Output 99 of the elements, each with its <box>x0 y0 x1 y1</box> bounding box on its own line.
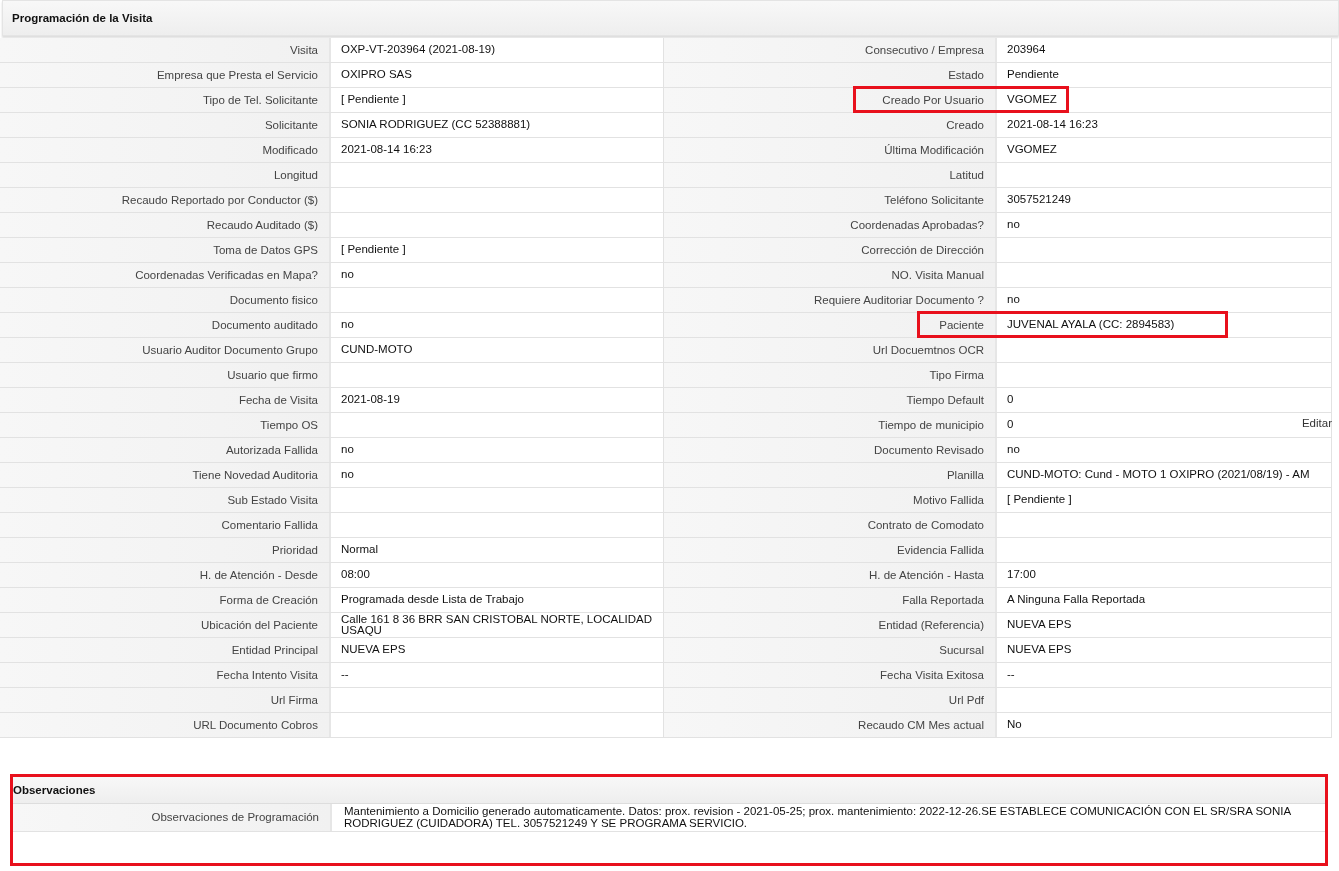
field-value: Mantenimiento a Domicilio generado automaticamente. Datos: prox. revision - 2021-05-25; prox. mantenimiento: 2022-12-26.SE ESTABLECE COMUNICACIÓN CON EL SR/SRA SONIA RODRIGUEZ (CUIDADORA) TEL. 3057521249 Y SE PROGRAMA SERVICIO. <box>343 804 1292 831</box>
field-value: no <box>341 444 354 456</box>
field-value: -- <box>341 669 349 681</box>
field-label: Contrato de Comodato <box>664 513 997 537</box>
field-label: Evidencia Fallida <box>664 538 997 562</box>
field-value: 3057521249 <box>1007 194 1071 206</box>
field-label: Modificado <box>0 138 331 162</box>
field-value: NUEVA EPS <box>1007 619 1072 631</box>
field-value: 203964 <box>1007 44 1046 56</box>
field-label: Observaciones de Programación <box>13 804 332 831</box>
field-label: Tipo de Tel. Solicitante <box>0 88 331 112</box>
field-value: no <box>341 319 354 331</box>
section-title: Observaciones <box>13 784 96 796</box>
field-value: A Ninguna Falla Reportada <box>1007 594 1146 606</box>
field-value: NUEVA EPS <box>1007 644 1072 656</box>
field-label: Comentario Fallida <box>0 513 331 537</box>
field-label: Tiempo OS <box>0 413 331 437</box>
field-label: Paciente <box>664 313 997 337</box>
field-value: No <box>1007 719 1022 731</box>
field-value: Pendiente <box>1007 69 1059 81</box>
field-label: Visita <box>0 38 331 62</box>
field-label: Documento auditado <box>0 313 331 337</box>
field-value: JUVENAL AYALA (CC: 2894583) <box>1007 319 1175 331</box>
field-label: Coordenadas Verificadas en Mapa? <box>0 263 331 287</box>
field-label: Tiempo Default <box>664 388 997 412</box>
field-label: Creado <box>664 113 997 137</box>
field-label: Url Firma <box>0 688 331 712</box>
field-label: Motivo Fallida <box>664 488 997 512</box>
field-value: 0 <box>1007 419 1014 431</box>
field-value: OXIPRO SAS <box>341 69 412 81</box>
field-value: CUND-MOTO <box>341 344 413 356</box>
field-value: 2021-08-19 <box>341 394 400 406</box>
field-label: Solicitante <box>0 113 331 137</box>
field-label: Fecha de Visita <box>0 388 331 412</box>
field-value: Normal <box>341 544 379 556</box>
field-value: [ Pendiente ] <box>341 244 406 256</box>
field-label: Planilla <box>664 463 997 487</box>
field-value: CUND-MOTO: Cund - MOTO 1 OXIPRO (2021/08/19) - AM <box>1007 469 1310 481</box>
field-label: Url Docuemtnos OCR <box>664 338 997 362</box>
field-label: Usuario Auditor Documento Grupo <box>0 338 331 362</box>
field-value: -- <box>1007 669 1015 681</box>
field-value: SONIA RODRIGUEZ (CC 52388881) <box>341 119 531 131</box>
field-label: Recaudo Auditado ($) <box>0 213 331 237</box>
field-value: 0 <box>1007 394 1014 406</box>
field-label: Ubicación del Paciente <box>0 613 331 637</box>
field-value: OXP-VT-203964 (2021-08-19) <box>341 44 496 56</box>
field-label: Tiene Novedad Auditoria <box>0 463 331 487</box>
field-value: VGOMEZ <box>1007 144 1057 156</box>
field-value: no <box>1007 294 1020 306</box>
field-label: Consecutivo / Empresa <box>664 38 997 62</box>
field-value: 17:00 <box>1007 569 1036 581</box>
field-value: no <box>341 269 354 281</box>
field-label: Entidad (Referencia) <box>664 613 997 637</box>
field-value: 08:00 <box>341 569 370 581</box>
field-label: Usuario que firmo <box>0 363 331 387</box>
field-label: NO. Visita Manual <box>664 263 997 287</box>
field-value: Programada desde Lista de Trabajo <box>341 594 524 606</box>
field-label: Fecha Visita Exitosa <box>664 663 997 687</box>
field-label: Creado Por Usuario <box>664 88 997 112</box>
field-value: NUEVA EPS <box>341 644 406 656</box>
field-label: URL Documento Cobros <box>0 713 331 737</box>
field-label: Tiempo de municipio <box>664 413 997 437</box>
field-label: Prioridad <box>0 538 331 562</box>
field-label: Longitud <box>0 163 331 187</box>
field-label: Empresa que Presta el Servicio <box>0 63 331 87</box>
section-title: Programación de la Visita <box>12 12 153 24</box>
field-label: Entidad Principal <box>0 638 331 662</box>
field-label: Sucursal <box>664 638 997 662</box>
field-label: Toma de Datos GPS <box>0 238 331 262</box>
field-label: Teléfono Solicitante <box>664 188 997 212</box>
field-label: Corrección de Dirección <box>664 238 997 262</box>
field-label: Documento fisico <box>0 288 331 312</box>
field-label: Tipo Firma <box>664 363 997 387</box>
field-value: 2021-08-14 16:23 <box>1007 119 1098 131</box>
field-label: H. de Atención - Hasta <box>664 563 997 587</box>
field-value: no <box>1007 444 1020 456</box>
field-value: no <box>341 469 354 481</box>
field-label: Recaudo CM Mes actual <box>664 713 997 737</box>
field-label: Falla Reportada <box>664 588 997 612</box>
field-label: Fecha Intento Visita <box>0 663 331 687</box>
field-label: Coordenadas Aprobadas? <box>664 213 997 237</box>
field-label: Estado <box>664 63 997 87</box>
field-value: [ Pendiente ] <box>1007 494 1072 506</box>
edit-link[interactable]: Editar <box>1301 417 1332 429</box>
field-label: Última Modificación <box>664 138 997 162</box>
field-label: Requiere Auditoriar Documento ? <box>664 288 997 312</box>
field-label: Forma de Creación <box>0 588 331 612</box>
field-label: Latitud <box>664 163 997 187</box>
field-value: no <box>1007 219 1020 231</box>
field-label: H. de Atención - Desde <box>0 563 331 587</box>
field-label: Url Pdf <box>664 688 997 712</box>
field-value: Calle 161 8 36 BRR SAN CRISTOBAL NORTE, LOCALIDAD USAQU <box>341 613 654 637</box>
field-label: Recaudo Reportado por Conductor ($) <box>0 188 331 212</box>
field-value: VGOMEZ <box>1007 94 1057 106</box>
field-label: Autorizada Fallida <box>0 438 331 462</box>
field-label: Sub Estado Visita <box>0 488 331 512</box>
field-value: 2021-08-14 16:23 <box>341 144 432 156</box>
field-value: [ Pendiente ] <box>341 94 406 106</box>
field-label: Documento Revisado <box>664 438 997 462</box>
